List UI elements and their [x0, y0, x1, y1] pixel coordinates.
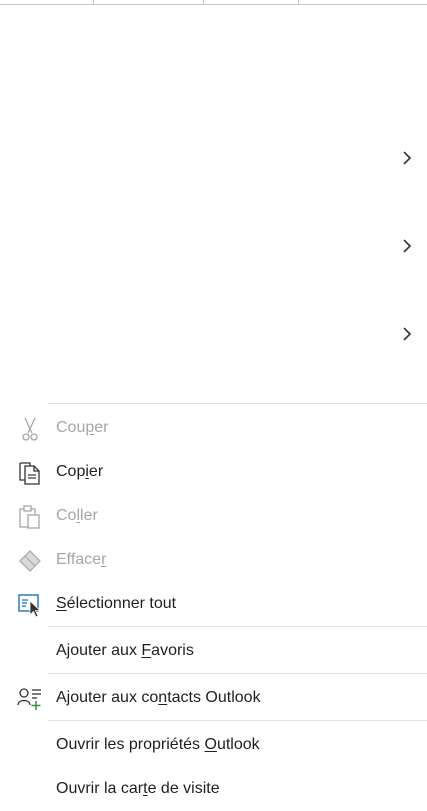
add-contacts-menu-item[interactable]: Ajouter aux contacts Outlook: [0, 676, 427, 720]
open-properties-menu-item[interactable]: Ouvrir les propriétés Outlook: [0, 723, 427, 767]
column-header-strip: [0, 0, 427, 5]
menu-separator: [48, 720, 427, 721]
open-properties-label: Ouvrir les propriétés Outlook: [56, 736, 260, 753]
menu-separator: [48, 673, 427, 674]
add-contact-icon: [17, 688, 41, 710]
chevron-right-icon: [403, 327, 412, 341]
submenu-item-2[interactable]: [0, 224, 427, 268]
scissors-icon: [22, 417, 38, 441]
submenu-item-3[interactable]: [0, 312, 427, 356]
copy-menu-item[interactable]: Copier: [0, 450, 427, 494]
clear-menu-item[interactable]: Effacer: [0, 538, 427, 582]
copy-label: Copier: [56, 463, 104, 480]
paste-label: Coller: [56, 507, 98, 524]
open-contact-card-menu-item[interactable]: Ouvrir la carte de visite: [0, 767, 427, 811]
add-contacts-label: Ajouter aux contacts Outlook: [56, 689, 261, 706]
chevron-right-icon: [403, 151, 412, 165]
menu-separator: [48, 403, 427, 404]
cut-label: Couper: [56, 419, 109, 436]
clear-label: Effacer: [56, 551, 107, 568]
add-favorites-menu-item[interactable]: Ajouter aux Favoris: [0, 629, 427, 673]
eraser-icon: [19, 550, 41, 572]
submenu-item-1[interactable]: [0, 136, 427, 180]
add-favorites-label: Ajouter aux Favoris: [56, 642, 194, 659]
select-all-label: Sélectionner tout: [56, 595, 177, 612]
select-all-menu-item[interactable]: Sélectionner tout: [0, 582, 427, 626]
menu-separator: [48, 626, 427, 627]
paste-menu-item[interactable]: Coller: [0, 494, 427, 538]
column-header-border: [0, 4, 427, 5]
cut-menu-item[interactable]: Couper: [0, 406, 427, 450]
copy-icon: [19, 462, 40, 485]
clipboard-icon: [19, 505, 40, 529]
chevron-right-icon: [403, 239, 412, 253]
select-all-icon: [18, 594, 42, 618]
open-contact-card-label: Ouvrir la carte de visite: [56, 780, 220, 797]
